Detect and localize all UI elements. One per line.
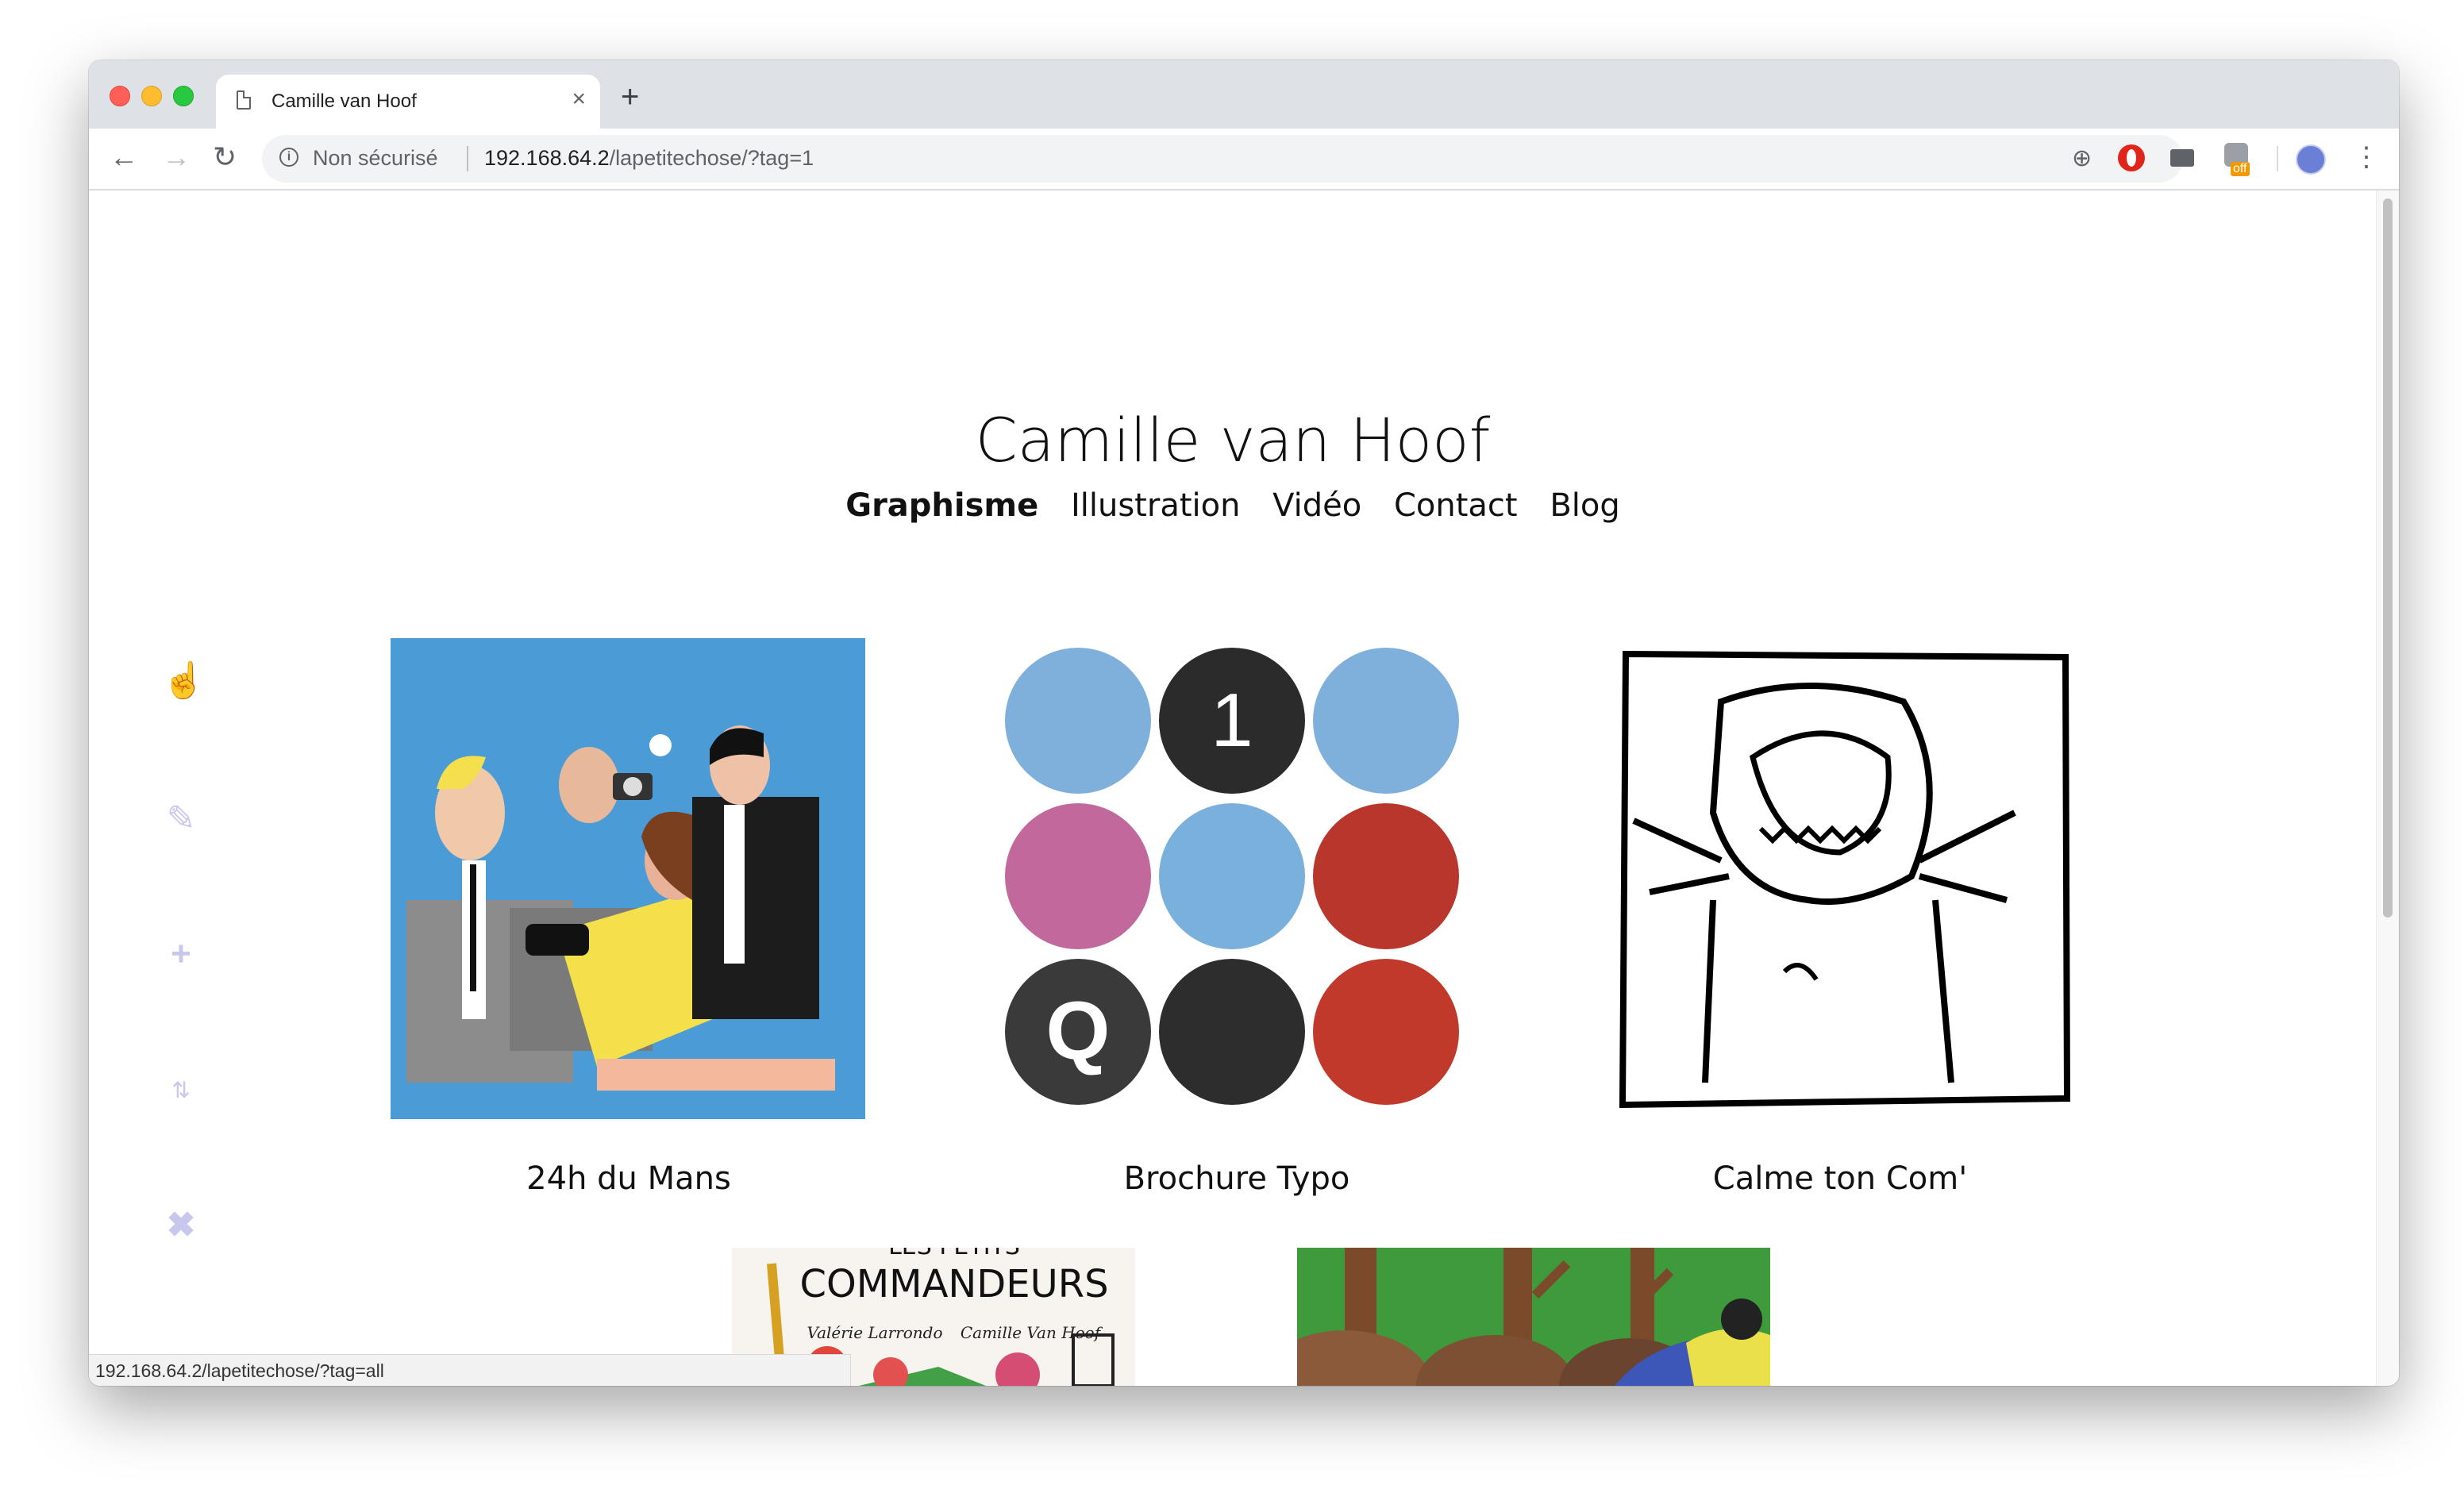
illustration-dots: 1 Q [1005,648,1459,1105]
tab-title: Camille van Hoof [271,90,417,112]
hand-pointer-icon[interactable]: ☝ [162,662,206,700]
project-thumb-brochure-typo[interactable]: 1 Q [999,638,1473,1119]
project-thumb-24h-du-mans[interactable] [391,638,865,1119]
project-thumb-calme-ton-com[interactable] [1602,638,2077,1119]
book-title-fragment: LES PETITS [888,1248,1020,1260]
new-tab-button[interactable]: + [621,81,639,113]
address-bar[interactable]: i Non sécurisé 192.168.64.2/lapetitechos… [262,135,2183,183]
browser-toolbar: ← → ↻ i Non sécurisé 192.168.64.2/lapeti… [89,129,2399,190]
tab-strip: Camille van Hoof × + [89,60,2399,129]
url-path: /lapetitechose/?tag=1 [609,146,814,170]
site-nav: Graphisme Illustration Vidéo Contact Blo… [89,487,2377,524]
forward-arrow-icon[interactable]: → [162,140,191,175]
nav-item-graphisme[interactable]: Graphisme [845,487,1038,524]
browser-tab[interactable]: Camille van Hoof × [216,75,600,129]
illustration-shouting-face [1619,650,2071,1109]
minimize-window-button[interactable] [141,86,162,106]
plus-icon[interactable]: + [162,935,200,973]
project-title[interactable]: Brochure Typo [999,1160,1475,1197]
nav-item-video[interactable]: Vidéo [1272,487,1361,524]
book-author-right: Camille Van Hoof [961,1323,1103,1342]
opera-extension-icon[interactable] [2118,144,2145,171]
mail-extension-icon[interactable] [2170,149,2194,167]
site-title: Camille van Hoof [975,405,1491,475]
book-heading: COMMANDEURS [799,1262,1108,1306]
close-window-button[interactable] [110,86,130,106]
toolbar-separator [2277,146,2278,171]
security-label[interactable]: Non sécurisé [313,146,438,171]
scrollbar-thumb[interactable] [2383,198,2393,918]
extension-off-badge: off [2231,162,2250,176]
browser-window: Camille van Hoof × + ← → ↻ i Non sécuris… [89,60,2399,1386]
page-content: Camille van Hoof Graphisme Illustration … [89,190,2377,1386]
pencil-icon[interactable]: ✎ [162,800,200,838]
brochure-letter-top: 1 [1211,678,1253,763]
tab-close-icon[interactable]: × [572,86,586,113]
project-title[interactable]: 24h du Mans [391,1160,867,1197]
zoom-icon[interactable]: ⊕ [2072,144,2092,172]
url-text[interactable]: 192.168.64.2/lapetitechose/?tag=1 [484,146,814,171]
sort-icon[interactable]: ⇅ [162,1072,200,1110]
url-host: 192.168.64.2 [484,146,610,170]
profile-avatar[interactable] [2296,144,2326,175]
vertical-scrollbar[interactable] [2376,190,2399,1386]
page-icon [237,90,251,110]
back-arrow-icon[interactable]: ← [110,140,138,175]
project-thumb-forest[interactable] [1297,1248,1770,1386]
menu-icon[interactable]: ⋮ [2353,141,2380,173]
omnibox-separator [467,146,468,171]
brochure-letter-bottom: Q [1046,985,1111,1077]
info-icon[interactable]: i [279,148,298,167]
book-author-left: Valérie Larrondo [807,1323,942,1342]
nav-item-blog[interactable]: Blog [1550,487,1619,524]
zoom-window-button[interactable] [173,86,194,106]
nav-item-contact[interactable]: Contact [1394,487,1518,524]
nav-item-illustration[interactable]: Illustration [1071,487,1240,524]
reload-icon[interactable]: ↻ [213,140,237,175]
project-title[interactable]: Calme ton Com' [1602,1160,2078,1197]
illustration-spectators [406,725,835,1091]
illustration-forest [1297,1248,1770,1386]
close-icon[interactable]: ✖ [162,1206,200,1245]
status-bar-url: 192.168.64.2/lapetitechose/?tag=all [89,1354,851,1386]
